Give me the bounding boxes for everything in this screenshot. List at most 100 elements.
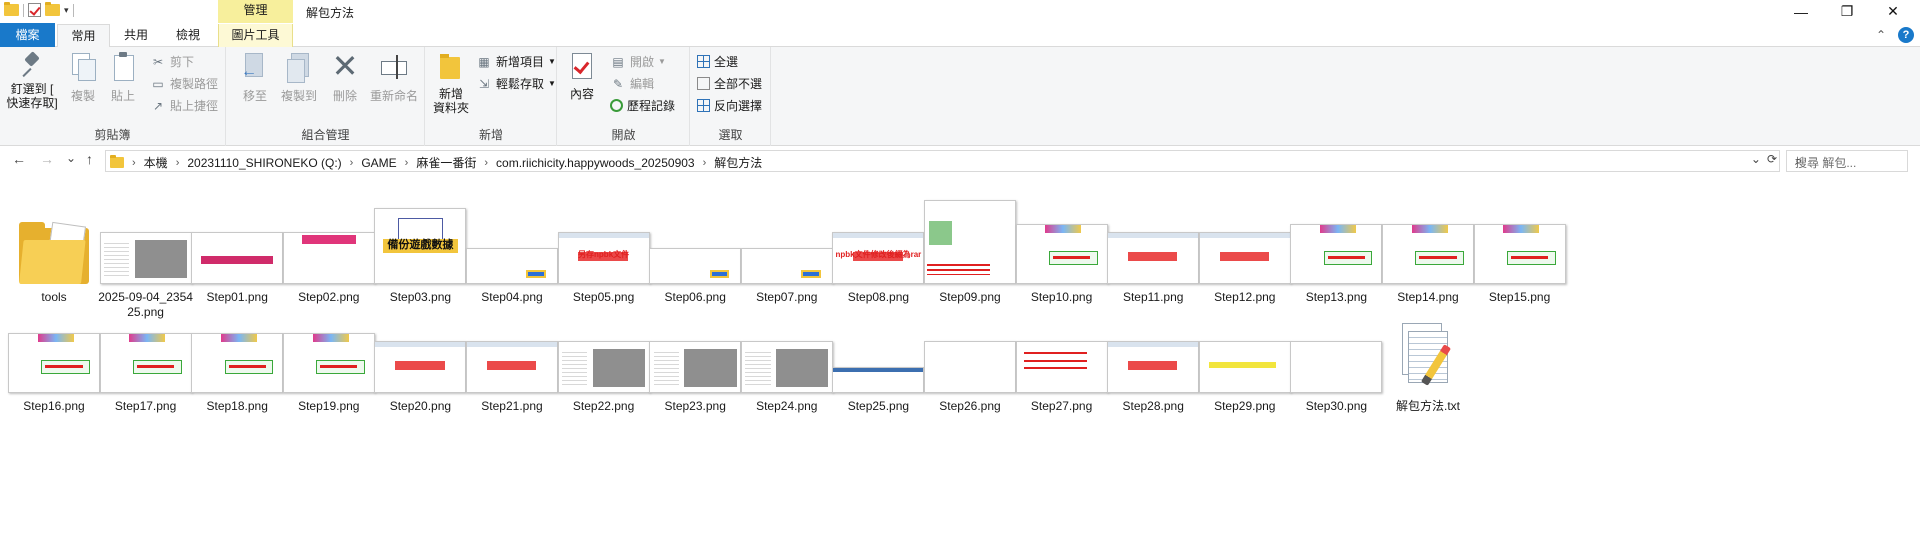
breadcrumb: › 本機 › 20231110_SHIRONEKO (Q:) › GAME › 麻雀一番街 › c… xyxy=(110,154,762,171)
file-item[interactable]: Step21.png xyxy=(462,337,562,414)
new-folder-button[interactable]: 新增 資料夾 xyxy=(430,51,472,115)
copy-path-button[interactable]: ▭ 複製路徑 xyxy=(150,75,218,92)
breadcrumb-item[interactable]: 本機 xyxy=(144,154,168,171)
breadcrumb-separator-chevron-icon[interactable]: › xyxy=(703,157,707,169)
invert-selection-label: 反向選擇 xyxy=(714,99,763,113)
image-thumbnail xyxy=(191,333,284,393)
file-item[interactable]: Step19.png xyxy=(279,333,379,414)
new-item-icon: ▦ xyxy=(478,54,490,69)
file-name: Step15.png xyxy=(1488,290,1551,304)
collapse-ribbon-chevron-icon[interactable]: ⌃ xyxy=(1876,28,1886,42)
pin-quick-access-button[interactable]: 釘選到 [ 快速存取] xyxy=(6,51,58,110)
new-folder-icon[interactable] xyxy=(45,2,60,16)
file-item[interactable]: Step30.png xyxy=(1286,337,1386,414)
group-label-organize: 組合管理 xyxy=(301,128,350,142)
open-button[interactable]: ▤ 開啟 ▼ xyxy=(610,53,666,70)
invert-selection-button[interactable]: 反向選擇 xyxy=(697,97,762,114)
edit-icon: ✎ xyxy=(612,76,624,91)
image-thumbnail xyxy=(466,341,558,393)
rename-button[interactable]: 重新命名 xyxy=(367,51,421,103)
new-item-button[interactable]: ▦ 新增項目 ▼ xyxy=(476,53,556,70)
file-item[interactable]: Step29.png xyxy=(1195,337,1295,414)
rename-label: 重新命名 xyxy=(369,89,418,103)
address-bar[interactable]: › 本機 › 20231110_SHIRONEKO (Q:) › GAME › 麻雀一番街 › c… xyxy=(105,150,1780,172)
breadcrumb-item[interactable]: 解包方法 xyxy=(714,154,762,171)
file-name: Step28.png xyxy=(1122,399,1184,413)
properties-button[interactable]: 內容 xyxy=(566,51,598,101)
properties-icon xyxy=(569,51,595,81)
maximize-button[interactable]: ❐ xyxy=(1824,0,1870,23)
delete-button[interactable]: ✕ 刪除 xyxy=(327,50,363,103)
breadcrumb-separator-chevron-icon[interactable]: › xyxy=(132,157,136,169)
search-box[interactable]: 搜尋 解包... ⌕ xyxy=(1786,150,1908,172)
file-item[interactable]: Step28.png xyxy=(1103,337,1203,414)
select-none-button[interactable]: 全部不選 xyxy=(697,75,762,92)
breadcrumb-item[interactable]: GAME xyxy=(361,156,396,170)
tab-share[interactable]: 共用 xyxy=(112,24,160,47)
address-history-chevron-icon[interactable]: ⌄ xyxy=(1751,152,1761,166)
file-item[interactable]: Step27.png xyxy=(1012,337,1112,414)
file-item[interactable]: Step15.png xyxy=(1470,224,1570,305)
delete-label: 刪除 xyxy=(332,89,357,103)
breadcrumb-separator-chevron-icon[interactable]: › xyxy=(405,157,409,169)
tab-view[interactable]: 檢視 xyxy=(164,24,212,47)
minimize-button[interactable]: — xyxy=(1778,0,1824,23)
history-button[interactable]: 歷程記錄 xyxy=(610,97,675,114)
file-name: Step18.png xyxy=(206,399,268,413)
easy-access-button[interactable]: ⇲ 輕鬆存取 ▼ xyxy=(476,75,556,92)
file-list: tools 2025-09-04_235425.png Step01.png Step… xyxy=(0,176,1920,543)
thumbnail-caption: 備份遊戲數據 xyxy=(387,238,454,251)
file-item[interactable]: Step16.png xyxy=(4,333,104,414)
file-item[interactable]: Step24.png xyxy=(737,337,837,414)
copy-to-button[interactable]: 複製到 xyxy=(277,51,321,103)
tab-picture-tools[interactable]: 圖片工具 xyxy=(218,24,293,47)
quick-access-toolbar: ▾ xyxy=(4,2,74,17)
copy-path-label: 複製路徑 xyxy=(170,77,219,91)
file-item[interactable]: Step23.png xyxy=(645,337,745,414)
refresh-icon[interactable]: ⟳ xyxy=(1767,152,1777,166)
new-folder-icon xyxy=(438,51,464,81)
customize-qat-chevron-icon[interactable]: ▾ xyxy=(64,5,69,16)
image-thumbnail xyxy=(649,248,742,284)
file-item[interactable]: Step20.png xyxy=(370,337,470,414)
move-to-button[interactable]: 移至 xyxy=(237,51,273,103)
breadcrumb-separator-chevron-icon[interactable]: › xyxy=(484,157,488,169)
context-tab-manage[interactable]: 管理 xyxy=(218,0,293,23)
invert-selection-icon xyxy=(697,99,710,112)
file-name: 解包方法.txt xyxy=(1395,399,1460,413)
image-thumbnail xyxy=(282,232,375,284)
edit-button[interactable]: ✎ 編輯 xyxy=(610,75,654,92)
select-all-button[interactable]: 全選 xyxy=(697,53,738,70)
file-item[interactable]: Step25.png xyxy=(828,337,928,414)
copy-button[interactable]: 複製 xyxy=(66,51,100,103)
file-item[interactable]: Step17.png xyxy=(96,333,196,414)
file-item[interactable]: 解包方法.txt xyxy=(1378,323,1478,414)
file-item[interactable]: Step18.png xyxy=(187,333,287,414)
forward-button[interactable]: → xyxy=(40,151,54,167)
close-button[interactable]: ✕ xyxy=(1870,0,1916,23)
breadcrumb-item[interactable]: 麻雀一番街 xyxy=(416,154,476,171)
file-name: Step26.png xyxy=(939,399,1001,413)
paste-button[interactable]: 貼上 xyxy=(106,51,140,103)
breadcrumb-separator-chevron-icon[interactable]: › xyxy=(176,157,180,169)
separator xyxy=(72,3,74,17)
help-icon[interactable]: ? xyxy=(1898,27,1914,43)
recent-locations-chevron-icon[interactable]: ⌄ xyxy=(66,151,76,165)
back-button[interactable]: ← xyxy=(12,151,26,167)
tab-home[interactable]: 常用 xyxy=(57,24,110,48)
file-item[interactable]: Step26.png xyxy=(920,337,1020,414)
breadcrumb-separator-chevron-icon[interactable]: › xyxy=(350,157,354,169)
file-name: Step29.png xyxy=(1214,399,1276,413)
image-thumbnail xyxy=(1015,341,1108,393)
breadcrumb-item[interactable]: com.riichicity.happywoods_20250903 xyxy=(496,156,695,170)
file-item[interactable]: Step22.png xyxy=(554,337,654,414)
file-name: Step22.png xyxy=(572,399,635,413)
up-button[interactable]: ↑ xyxy=(86,151,93,167)
image-thumbnail xyxy=(191,232,284,284)
cut-button[interactable]: ✂ 剪下 xyxy=(150,53,194,70)
properties-check-icon[interactable] xyxy=(28,3,41,17)
breadcrumb-item[interactable]: 20231110_SHIRONEKO (Q:) xyxy=(187,156,341,170)
paste-shortcut-button[interactable]: ↗ 貼上捷徑 xyxy=(150,97,218,114)
tab-file[interactable]: 檔案 xyxy=(0,23,55,47)
text-document-icon xyxy=(1402,323,1454,393)
